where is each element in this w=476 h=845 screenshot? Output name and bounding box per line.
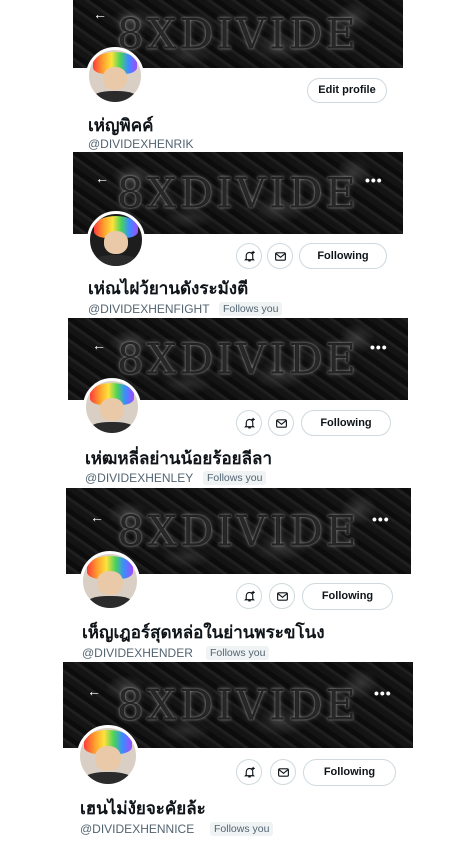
notify-button[interactable]: [236, 243, 262, 269]
display-name: เฮนไม่งัยจะคัยล้ะ: [80, 799, 206, 819]
message-button[interactable]: [268, 410, 294, 436]
avatar-face: [97, 571, 123, 596]
display-name: เห็ญเฎอร์สุดหล่อในย่านพระขโนง: [82, 623, 325, 643]
message-button[interactable]: [270, 759, 296, 785]
banner-title: 8XDIVIDE: [116, 334, 360, 384]
avatar[interactable]: [83, 378, 141, 436]
avatar[interactable]: [87, 211, 145, 269]
avatar-face: [99, 397, 125, 421]
avatar-face: [103, 230, 129, 254]
notify-button[interactable]: [236, 759, 262, 785]
user-handle: @DIVIDEXHENNICE: [80, 822, 195, 836]
avatar-face: [94, 745, 122, 771]
avatar[interactable]: [80, 551, 140, 611]
avatar-shirt: [86, 596, 134, 608]
avatar[interactable]: [77, 725, 139, 787]
bell-plus-icon: [243, 766, 255, 778]
edit-profile-button[interactable]: Edit profile: [307, 78, 387, 103]
avatar-face: [102, 66, 128, 90]
display-name: เห่ฒหลี่ลย่านน้อยร้อยลีลา: [85, 449, 273, 469]
more-options-icon[interactable]: •••: [372, 511, 390, 527]
bell-plus-icon: [243, 417, 255, 429]
follows-you-badge: Follows you: [210, 822, 274, 836]
user-handle: @DIVIDEXHENRIK: [88, 137, 194, 151]
notify-button[interactable]: [236, 410, 262, 436]
more-options-icon[interactable]: •••: [370, 339, 388, 355]
avatar-shirt: [89, 421, 135, 433]
user-handle: @DIVIDEXHENFIGHT: [88, 302, 210, 316]
back-arrow-icon[interactable]: ←: [87, 683, 101, 699]
banner-title: 8XDIVIDE: [116, 168, 360, 218]
banner-title: 8XDIVIDE: [116, 680, 360, 730]
following-button[interactable]: Following: [303, 759, 396, 786]
more-options-icon[interactable]: •••: [365, 172, 383, 188]
mail-icon: [277, 767, 289, 777]
following-button[interactable]: Following: [302, 583, 393, 610]
message-button[interactable]: [269, 583, 295, 609]
follows-you-badge: Follows you: [203, 471, 267, 485]
message-button[interactable]: [267, 243, 293, 269]
display-name: เห่ณไฝว้ยานดังระมังตี: [88, 279, 249, 299]
avatar-shirt: [93, 254, 139, 266]
mail-icon: [274, 251, 286, 261]
back-arrow-icon[interactable]: ←: [92, 337, 106, 353]
mail-icon: [275, 418, 287, 428]
mail-icon: [276, 591, 288, 601]
following-button[interactable]: Following: [301, 410, 391, 436]
avatar[interactable]: [86, 47, 144, 105]
user-handle: @DIVIDEXHENLEY: [85, 471, 194, 485]
back-arrow-icon[interactable]: ←: [90, 509, 104, 525]
user-handle: @DIVIDEXHENDER: [82, 646, 193, 660]
bell-plus-icon: [243, 590, 255, 602]
avatar-shirt: [92, 90, 138, 102]
display-name: เห่ญพิคค์: [88, 116, 154, 136]
avatar-shirt: [83, 771, 133, 784]
follows-you-badge: Follows you: [219, 302, 283, 316]
back-arrow-icon[interactable]: ←: [93, 6, 107, 22]
more-options-icon[interactable]: •••: [374, 685, 392, 701]
notify-button[interactable]: [236, 583, 262, 609]
back-arrow-icon[interactable]: ←: [95, 170, 109, 186]
bell-plus-icon: [243, 250, 255, 262]
following-button[interactable]: Following: [299, 243, 387, 269]
follows-you-badge: Follows you: [206, 646, 270, 660]
banner-title: 8XDIVIDE: [117, 506, 360, 556]
